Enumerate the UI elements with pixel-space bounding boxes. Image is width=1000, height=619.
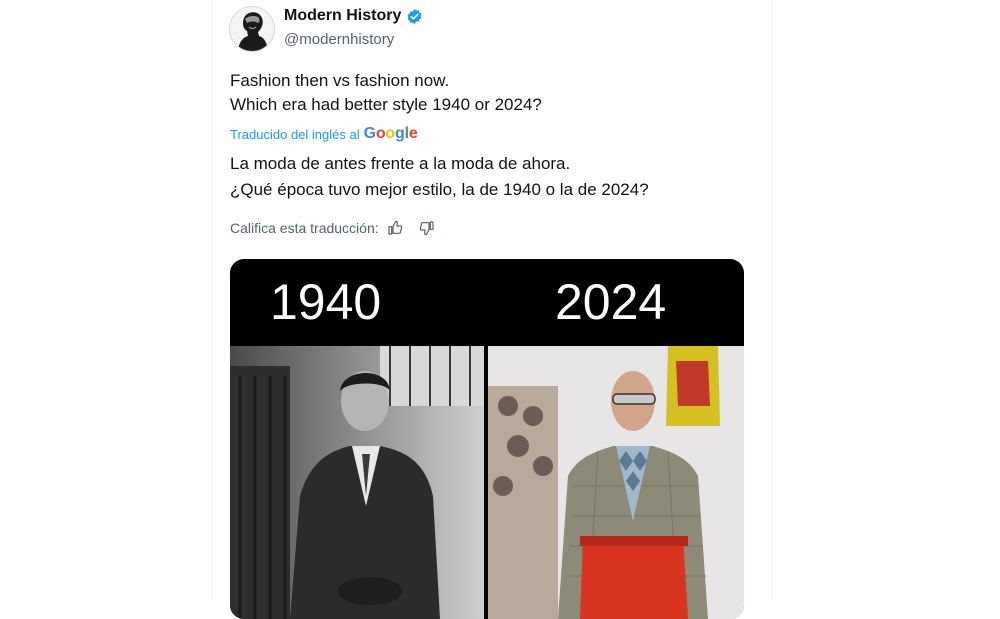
rate-translation-label: Califica esta traducción: [230,220,379,236]
verified-badge-icon [407,8,422,24]
tweet-media-image[interactable]: 1940 2024 [230,259,744,619]
translated-label: Traducido del inglés al [230,126,360,142]
translation-line-1: La moda de antes frente a la moda de aho… [230,154,571,173]
tweet-card[interactable]: Modern History @modernhistory Fashion th… [212,0,772,619]
media-label-2024: 2024 [555,274,667,330]
timeline-divider-right [772,0,773,600]
media-label-1940: 1940 [270,274,382,330]
thumbs-down-icon[interactable] [419,220,435,236]
tweet-text-line-1: Fashion then vs fashion now. [230,71,450,90]
translation-line-2: ¿Qué época tuvo mejor estilo, la de 1940… [230,180,649,199]
photo-2024-runway-model [488,346,744,619]
avatar[interactable] [229,6,275,52]
author-name[interactable]: Modern History [284,7,401,25]
google-logo: Google [363,125,418,142]
photo-1940-man-in-suit [230,346,484,619]
author-handle[interactable]: @modernhistory [284,31,394,48]
bust-illustration-icon [230,7,274,51]
thumbs-up-icon[interactable] [387,220,403,236]
tweet-text-line-2: Which era had better style 1940 or 2024? [230,95,542,114]
rate-translation: Califica esta traducción: [230,220,435,236]
translated-by-link[interactable]: Traducido del inglés al Google [230,125,418,143]
